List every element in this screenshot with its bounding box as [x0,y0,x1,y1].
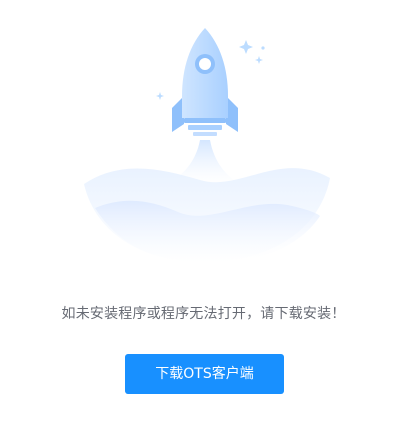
download-client-button[interactable]: 下载OTS客户端 [125,354,284,394]
exhaust-trail [168,140,240,184]
rocket-icon [172,28,238,136]
rocket-launch-illustration [84,28,330,264]
install-prompt-message: 如未安装程序或程序无法打开，请下载安装！ [61,306,346,322]
download-prompt-page: 如未安装程序或程序无法打开，请下载安装！ 下载OTS客户端 [0,0,407,421]
